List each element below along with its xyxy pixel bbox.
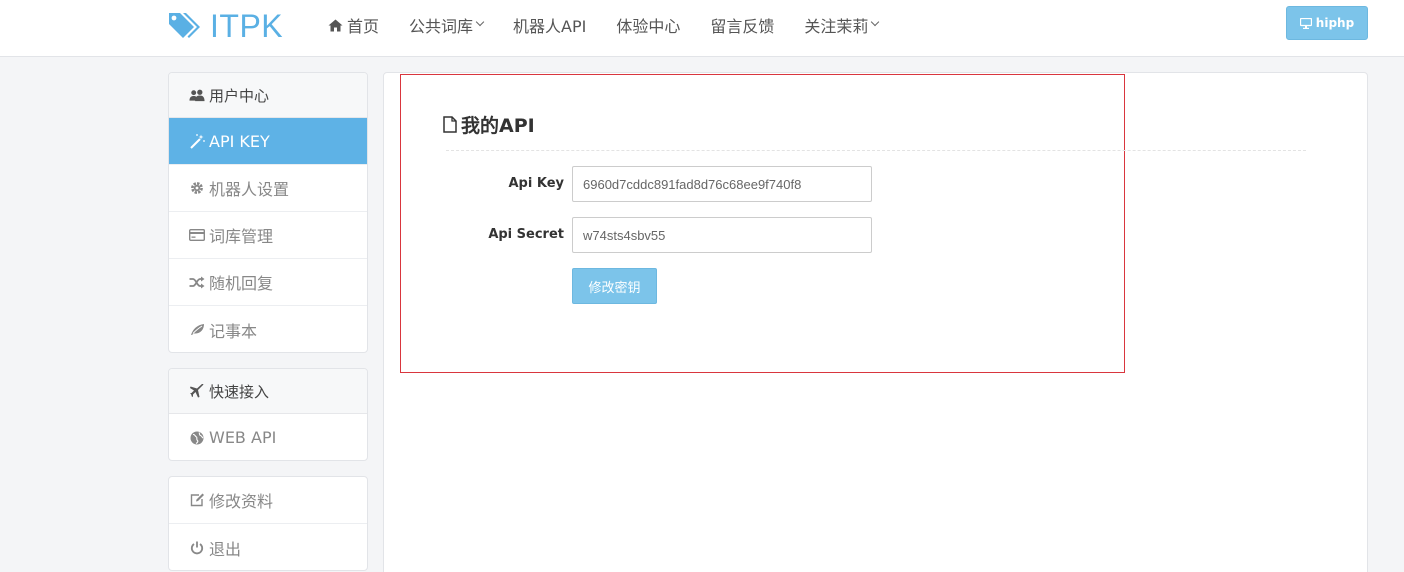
nav-home[interactable]: 首页 [313,12,394,38]
api-key-label: Api Key [508,176,565,191]
sidebar-item-notebook[interactable]: 记事本 [169,306,367,352]
nav-follow-label: 关注茉莉 [804,17,869,36]
nav-experience-center[interactable]: 体验中心 [601,12,695,38]
file-icon [443,116,457,133]
page-title: 我的API [443,111,535,138]
api-secret-label: Api Secret [488,227,564,242]
chevron-down-icon [475,17,485,27]
sidebar-user-center: 用户中心 API KEY 机器人设置 词库管理 随机回复 记事本 [168,72,368,353]
sidebar-item-corpus-management[interactable]: 词库管理 [169,212,367,259]
sidebar-item-label: 词库管理 [209,227,274,246]
sidebar-quick-access-header: 快速接入 [169,369,367,414]
nav-public-corpus-label: 公共词库 [409,17,474,36]
title-divider [446,150,1306,151]
top-navbar: ITPK 首页 公共词库 机器人API 体验中心 留言反馈 关注茉莉 hiphp [0,0,1404,57]
sidebar-item-label: 退出 [209,539,242,559]
main-nav: 首页 公共词库 机器人API 体验中心 留言反馈 关注茉莉 [313,12,893,38]
sidebar-item-api-key[interactable]: API KEY [169,118,367,165]
desktop-icon [1299,17,1312,29]
users-icon [189,89,205,102]
plane-icon [189,384,205,398]
globe-icon [189,431,205,445]
brand-logo[interactable]: ITPK [167,8,283,44]
shuffle-icon [189,276,205,289]
sidebar-item-label: 机器人设置 [209,180,290,199]
sidebar-quick-access-title: 快速接入 [209,382,270,401]
user-menu-button[interactable]: hiphp [1286,6,1368,40]
nav-follow[interactable]: 关注茉莉 [789,12,893,38]
api-secret-input[interactable] [572,217,872,253]
sidebar-item-robot-settings[interactable]: 机器人设置 [169,165,367,212]
edit-icon [189,493,205,507]
sidebar-user-center-title: 用户中心 [209,86,270,105]
sidebar-quick-access: 快速接入 WEB API [168,368,368,461]
page-title-text: 我的API [461,115,535,137]
nav-experience-center-label: 体验中心 [616,17,681,36]
sidebar-account: 修改资料 退出 [168,476,368,571]
tags-icon [167,11,203,41]
leaf-icon [189,323,205,336]
sidebar-item-random-reply[interactable]: 随机回复 [169,259,367,306]
sidebar-user-center-header: 用户中心 [169,73,367,118]
change-key-button[interactable]: 修改密钥 [572,268,657,304]
gear-icon [189,181,205,195]
nav-robot-api[interactable]: 机器人API [498,12,601,38]
sidebar-item-label: 修改资料 [209,492,274,511]
api-key-input[interactable] [572,166,872,202]
credit-card-icon [189,229,205,241]
nav-public-corpus[interactable]: 公共词库 [394,12,498,38]
nav-feedback[interactable]: 留言反馈 [695,12,789,38]
sidebar-item-web-api[interactable]: WEB API [169,414,367,460]
sidebar-item-logout[interactable]: 退出 [169,524,367,570]
sidebar-item-label: WEB API [209,428,277,447]
nav-home-label: 首页 [347,17,380,36]
magic-wand-icon [189,133,205,149]
sidebar-item-edit-profile[interactable]: 修改资料 [169,477,367,524]
home-icon [328,19,343,32]
user-name: hiphp [1315,16,1355,30]
chevron-down-icon [871,17,880,27]
power-icon [189,541,205,555]
sidebar-item-label: 随机回复 [209,274,274,293]
sidebar-item-label: API KEY [209,131,270,151]
nav-robot-api-label: 机器人API [513,17,587,36]
brand-name: ITPK [210,8,284,44]
nav-feedback-label: 留言反馈 [710,17,775,36]
sidebar-item-label: 记事本 [209,321,258,341]
